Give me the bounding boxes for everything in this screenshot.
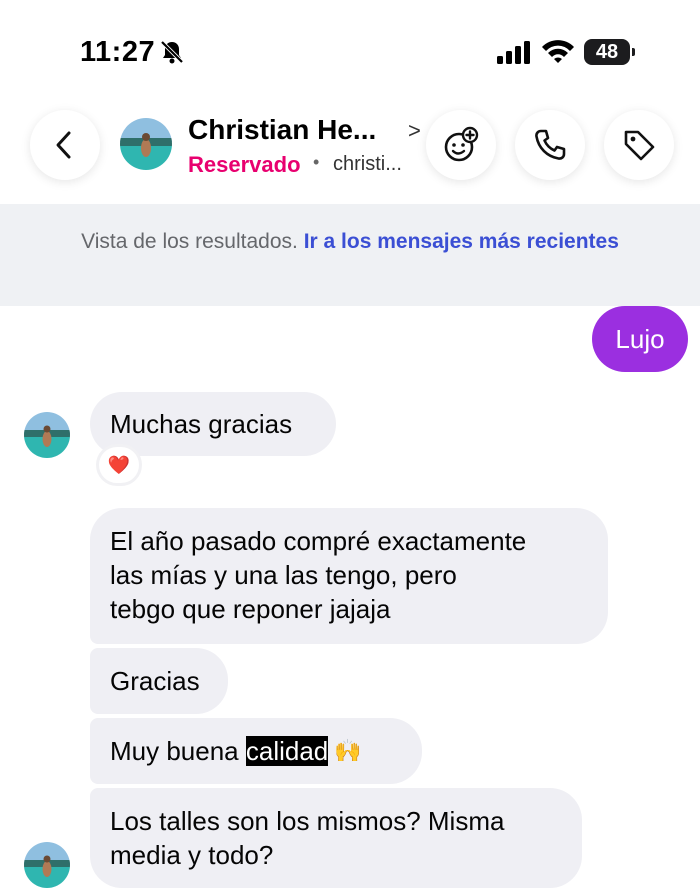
tag-button[interactable] [604, 110, 674, 180]
battery-icon: 48 [584, 39, 636, 65]
contact-avatar[interactable] [120, 118, 172, 170]
search-highlight: calidad [245, 736, 329, 766]
message-bubble-incoming[interactable]: El año pasado compré exactamente las mía… [90, 508, 608, 644]
contact-status: Reservado [188, 152, 301, 177]
separator-dot: • [313, 152, 320, 172]
heart-reaction[interactable]: ❤️ [96, 444, 142, 486]
back-button[interactable] [30, 110, 100, 180]
battery-level: 48 [595, 41, 619, 63]
bell-slash-icon [160, 40, 184, 64]
banner-text: Vista de los resultados. [81, 230, 298, 253]
contact-name[interactable]: Christian He... [188, 114, 376, 146]
status-time: 11:27 [80, 36, 156, 68]
effects-icon [444, 126, 479, 162]
chat-header: Christian He... > Reservado • christi... [0, 100, 700, 204]
message-line: El año pasado compré exactamente [110, 526, 527, 556]
sender-avatar[interactable] [24, 412, 70, 458]
message-bubble-outgoing[interactable]: Lujo [592, 306, 688, 372]
message-line: media y todo? [110, 840, 274, 870]
phone-icon [535, 129, 566, 160]
go-to-recent-link[interactable]: Ir a los mensajes más recientes [304, 230, 619, 253]
raising-hands-emoji: 🙌 [334, 738, 362, 763]
reaction-heart-icon: ❤️ [107, 455, 131, 475]
search-results-banner: Vista de los resultados. Ir a los mensaj… [0, 204, 700, 306]
back-chevron-icon [56, 131, 71, 159]
message-bubble-incoming[interactable]: Muy buena calidad 🙌 [90, 718, 422, 784]
message-bubble-incoming[interactable]: Gracias [90, 648, 228, 714]
message-line: las mías y una las tengo, pero [110, 560, 457, 590]
message-line: Los talles son los mismos? Misma [110, 806, 505, 836]
status-bar: 11:27 48 [0, 0, 700, 100]
message-line: tebgo que reponer jajaja [110, 594, 391, 624]
tag-icon [624, 130, 655, 161]
cellular-signal-icon [497, 41, 530, 64]
effects-button[interactable] [426, 110, 496, 180]
wifi-icon [542, 40, 574, 63]
sender-avatar[interactable] [24, 842, 70, 888]
message-text: Muy buena [110, 736, 246, 766]
message-bubble-incoming[interactable]: Los talles son los mismos? Misma media y… [90, 788, 582, 888]
call-button[interactable] [515, 110, 585, 180]
contact-handle: christi... [333, 153, 402, 175]
chevron-right-icon[interactable]: > [408, 118, 421, 144]
